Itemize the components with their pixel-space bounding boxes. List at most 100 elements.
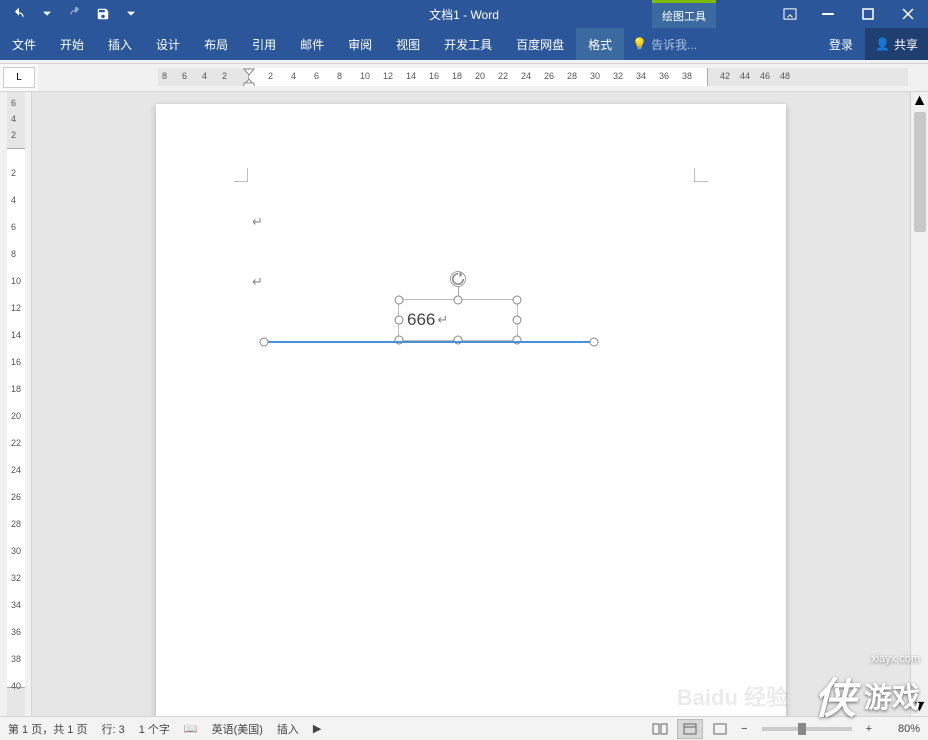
vertical-scrollbar[interactable]: ▲ ▼ <box>910 92 928 716</box>
ruler-tick: 4 <box>11 114 16 124</box>
tab-references[interactable]: 引用 <box>240 28 288 60</box>
page[interactable]: ↵ ↵ 666 ↵ <box>156 104 786 716</box>
ruler-tick: 26 <box>11 492 21 502</box>
scroll-down-button[interactable]: ▼ <box>911 698 928 716</box>
tab-mailings[interactable]: 邮件 <box>288 28 336 60</box>
contextual-tab-label: 绘图工具 <box>652 0 716 28</box>
ruler-tick: 22 <box>498 71 508 81</box>
indent-marker-icon[interactable] <box>243 68 255 86</box>
ruler-tick: 8 <box>162 71 167 81</box>
textbox-shape[interactable]: 666 ↵ <box>398 299 518 341</box>
vertical-ruler[interactable]: 642246810121416182022242628303234363840 <box>0 92 32 716</box>
tab-insert[interactable]: 插入 <box>96 28 144 60</box>
ruler-tick: 20 <box>11 411 21 421</box>
signin-button[interactable]: 登录 <box>817 28 865 60</box>
line-endpoint-handle[interactable] <box>260 338 269 347</box>
tab-selector[interactable]: L <box>3 67 35 88</box>
tab-format[interactable]: 格式 <box>576 28 624 60</box>
close-button[interactable] <box>888 0 928 28</box>
margin-corner-tr <box>694 168 708 182</box>
document-viewport[interactable]: ↵ ↵ 666 ↵ <box>32 92 910 716</box>
tab-baidu[interactable]: 百度网盘 <box>504 28 576 60</box>
line-endpoint-handle[interactable] <box>590 338 599 347</box>
resize-handle[interactable] <box>395 296 404 305</box>
horizontal-ruler[interactable]: 8642246810121416182022242628303234363842… <box>38 64 928 91</box>
tab-review[interactable]: 审阅 <box>336 28 384 60</box>
resize-handle[interactable] <box>395 316 404 325</box>
main-area: 642246810121416182022242628303234363840 … <box>0 92 928 716</box>
ruler-tick: 12 <box>11 303 21 313</box>
document-title: 文档1 - Word <box>429 6 499 23</box>
title-bar: 文档1 - Word 绘图工具 <box>0 0 928 28</box>
tab-layout[interactable]: 布局 <box>192 28 240 60</box>
ruler-tick: 12 <box>383 71 393 81</box>
macro-icon[interactable]: ▶ <box>313 722 321 735</box>
qat-customize[interactable] <box>118 1 144 27</box>
scroll-up-button[interactable]: ▲ <box>911 92 928 110</box>
ruler-row: L 86422468101214161820222426283032343638… <box>0 64 928 92</box>
ruler-tick: 16 <box>429 71 439 81</box>
ruler-tick: 48 <box>780 71 790 81</box>
view-read-mode[interactable] <box>647 719 673 739</box>
share-button[interactable]: 👤 共享 <box>865 28 928 60</box>
ribbon-display-options[interactable] <box>772 0 808 28</box>
share-icon: 👤 <box>875 37 890 51</box>
undo-dropdown[interactable] <box>34 1 60 27</box>
zoom-level[interactable]: 80% <box>880 723 920 735</box>
resize-handle[interactable] <box>513 316 522 325</box>
view-print-layout[interactable] <box>677 719 703 739</box>
resize-handle[interactable] <box>395 336 404 345</box>
undo-button[interactable] <box>6 1 32 27</box>
ruler-tick: 14 <box>11 330 21 340</box>
tell-me-search[interactable]: 💡 告诉我... <box>624 28 705 60</box>
redo-button[interactable] <box>62 1 88 27</box>
status-words[interactable]: 1 个字 <box>139 721 170 737</box>
ruler-tick: 18 <box>11 384 21 394</box>
zoom-out-button[interactable]: − <box>737 723 751 735</box>
status-insert-mode[interactable]: 插入 <box>277 721 299 737</box>
save-button[interactable] <box>90 1 116 27</box>
status-page[interactable]: 第 1 页，共 1 页 <box>8 721 87 737</box>
ruler-tick: 20 <box>475 71 485 81</box>
ruler-tick: 32 <box>613 71 623 81</box>
ruler-tick: 38 <box>11 654 21 664</box>
status-line[interactable]: 行: 3 <box>101 721 124 737</box>
tab-developer[interactable]: 开发工具 <box>432 28 504 60</box>
ruler-tick: 40 <box>11 681 21 691</box>
tab-design[interactable]: 设计 <box>144 28 192 60</box>
margin-corner-tl <box>234 168 248 182</box>
tab-home[interactable]: 开始 <box>48 28 96 60</box>
resize-handle[interactable] <box>454 336 463 345</box>
ruler-tick: 4 <box>291 71 296 81</box>
rotate-handle-icon[interactable] <box>449 270 467 293</box>
ruler-tick: 2 <box>222 71 227 81</box>
zoom-thumb[interactable] <box>798 723 806 735</box>
ruler-tick: 6 <box>314 71 319 81</box>
resize-handle[interactable] <box>513 296 522 305</box>
ruler-tick: 42 <box>720 71 730 81</box>
ruler-tick: 30 <box>11 546 21 556</box>
ruler-tick: 6 <box>182 71 187 81</box>
ruler-tick: 6 <box>11 222 16 232</box>
tab-view[interactable]: 视图 <box>384 28 432 60</box>
ruler-tick: 36 <box>11 627 21 637</box>
spellcheck-icon[interactable]: 📖 <box>184 722 198 735</box>
scroll-thumb[interactable] <box>914 112 926 232</box>
ruler-tick: 16 <box>11 357 21 367</box>
view-web-layout[interactable] <box>707 719 733 739</box>
ruler-tick: 38 <box>682 71 692 81</box>
resize-handle[interactable] <box>513 336 522 345</box>
ruler-tick: 30 <box>590 71 600 81</box>
ruler-tick: 14 <box>406 71 416 81</box>
resize-handle[interactable] <box>454 296 463 305</box>
line-shape[interactable] <box>264 341 594 343</box>
tab-file[interactable]: 文件 <box>0 28 48 60</box>
minimize-button[interactable] <box>808 0 848 28</box>
zoom-slider[interactable] <box>762 727 852 731</box>
status-language[interactable]: 英语(美国) <box>212 721 263 737</box>
zoom-in-button[interactable]: + <box>862 723 876 735</box>
ruler-tick: 46 <box>760 71 770 81</box>
paragraph-mark: ↵ <box>252 274 263 290</box>
ruler-tick: 4 <box>202 71 207 81</box>
maximize-button[interactable] <box>848 0 888 28</box>
